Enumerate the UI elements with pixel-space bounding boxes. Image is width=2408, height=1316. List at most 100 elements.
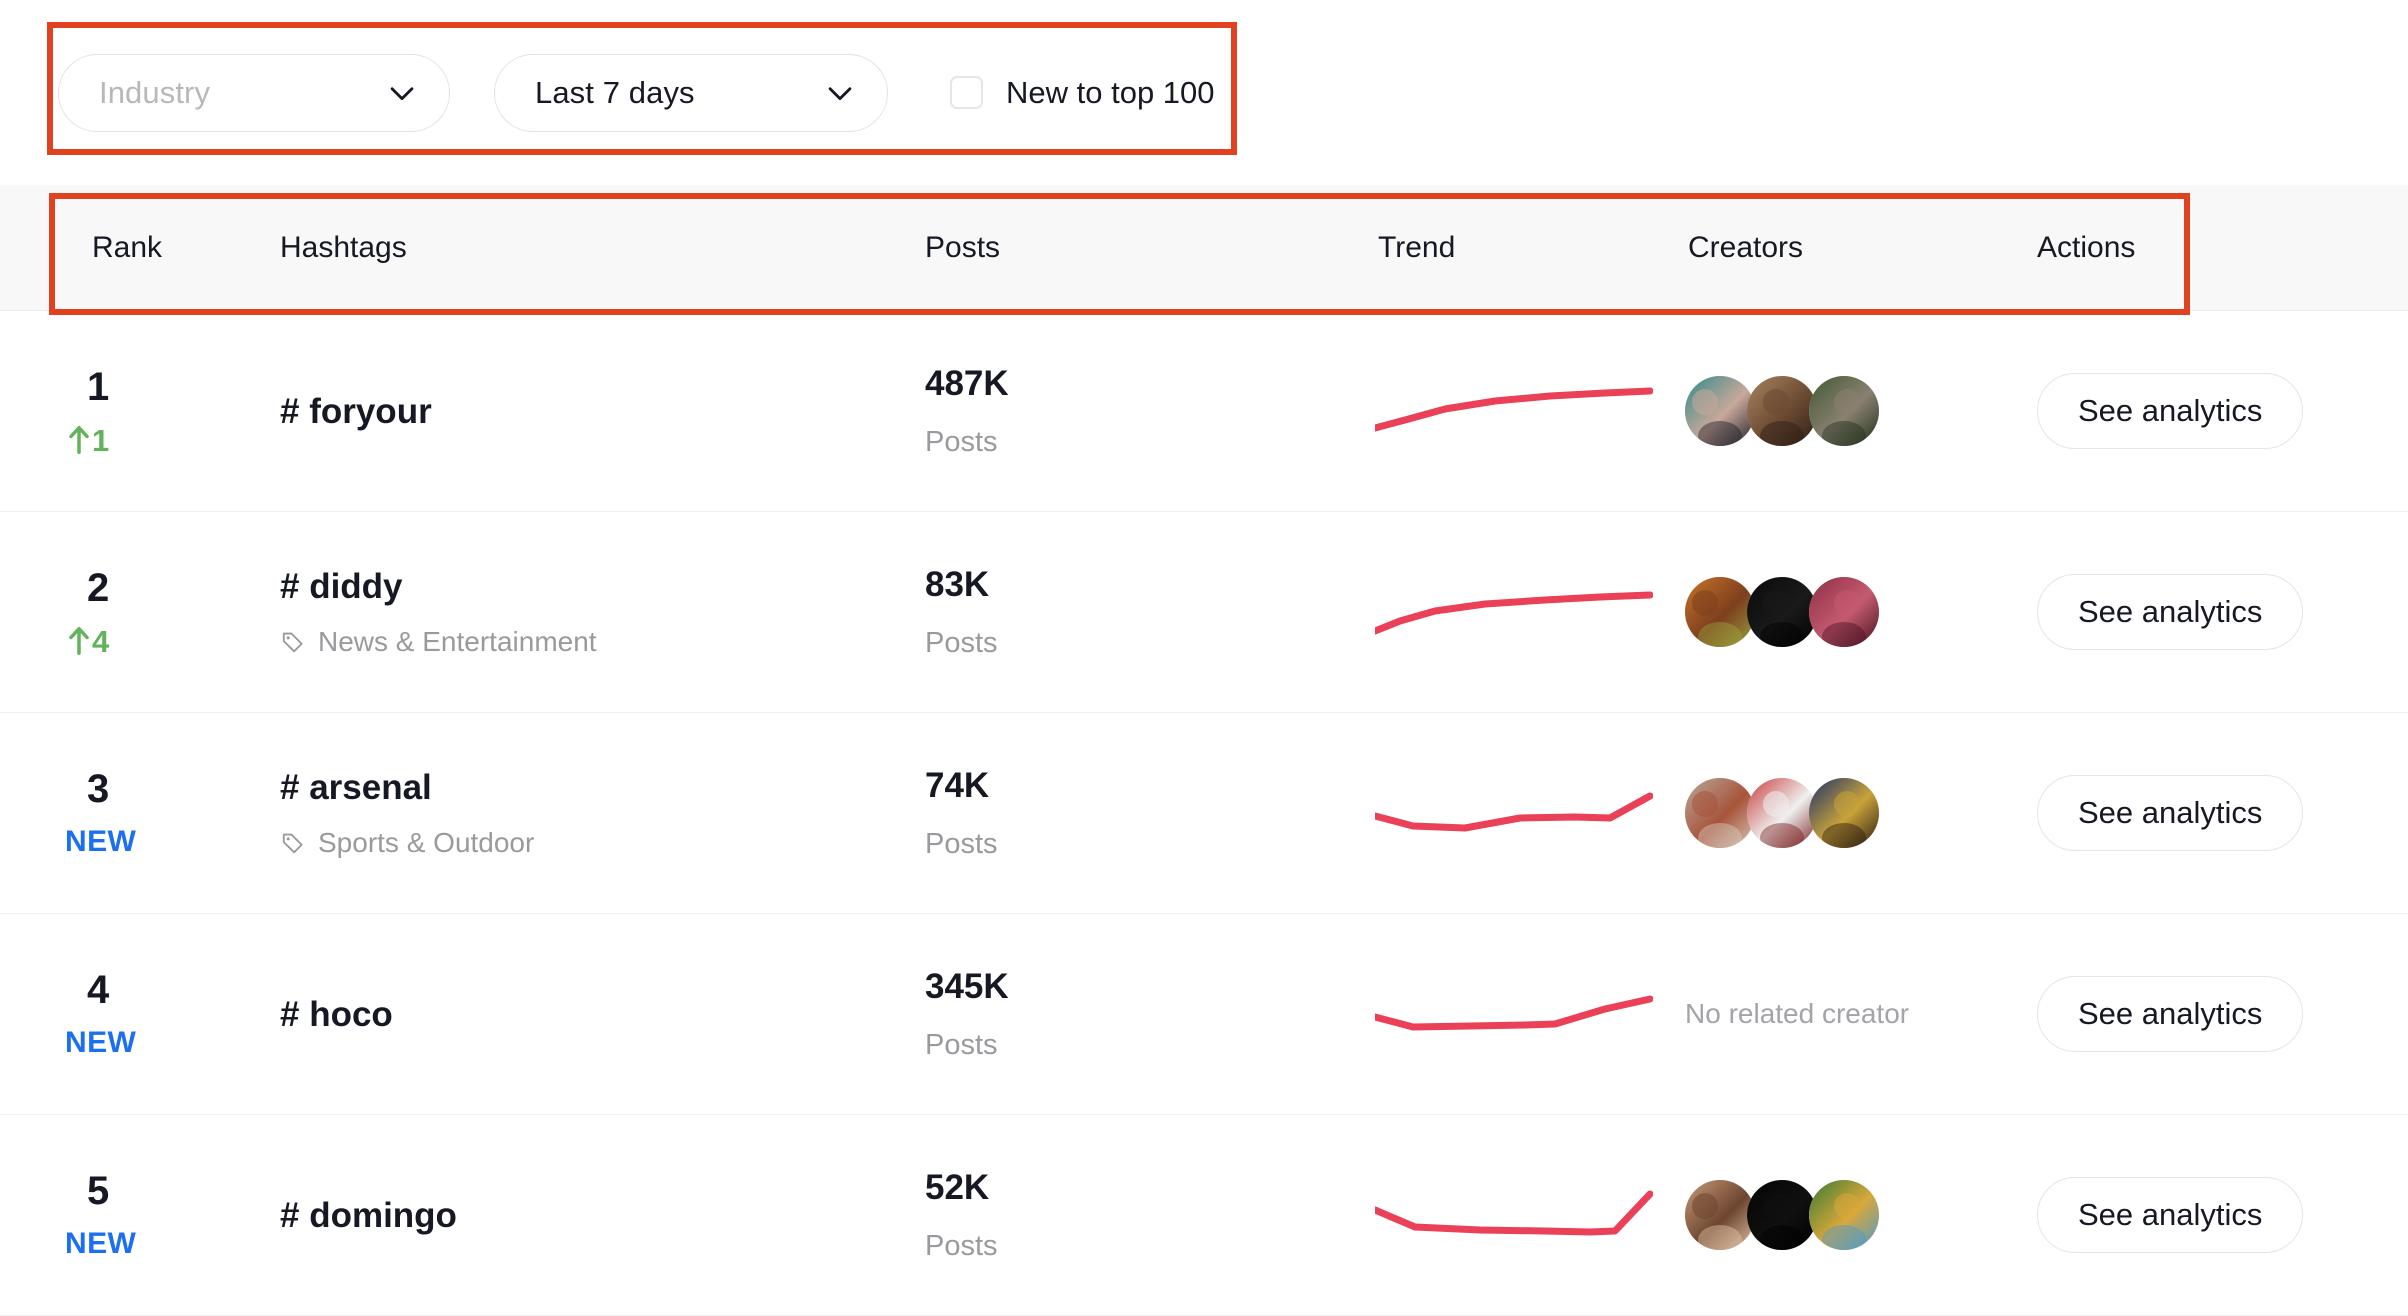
avatar-image	[1685, 1180, 1755, 1250]
hashtag-table: Rank Hashtags Posts Trend Creators Actio…	[0, 185, 2408, 1316]
hashtag-category-label: News & Entertainment	[318, 628, 597, 656]
rank-new-badge: NEW	[60, 1028, 136, 1058]
column-header-creators: Creators	[1688, 185, 2018, 310]
posts-count: 83K	[925, 567, 989, 602]
rank-cell: 3 NEW	[60, 713, 200, 913]
hashtag-cell[interactable]: # diddy News & Entertainment	[280, 512, 880, 712]
see-analytics-button[interactable]: See analytics	[2037, 775, 2303, 851]
posts-cell: 52K Posts	[925, 1115, 1205, 1315]
creator-avatar-1[interactable]	[1685, 1180, 1755, 1250]
arrow-up-icon	[68, 426, 90, 454]
new-to-top-100-checkbox[interactable]: New to top 100	[950, 75, 1215, 111]
see-analytics-button[interactable]: See analytics	[2037, 1177, 2303, 1253]
creator-avatar-group	[1685, 778, 1879, 848]
trend-sparkline	[1375, 979, 1653, 1049]
posts-cell: 83K Posts	[925, 512, 1205, 712]
hashtag-name[interactable]: # domingo	[280, 1198, 457, 1233]
rank-number: 4	[60, 970, 109, 1010]
rank-number: 5	[60, 1171, 109, 1211]
table-row[interactable]: 5 NEW # domingo 52K Posts	[0, 1115, 2408, 1316]
actions-cell: See analytics	[2037, 914, 2337, 1114]
posts-cell: 487K Posts	[925, 311, 1205, 511]
actions-cell: See analytics	[2037, 311, 2337, 511]
rank-change-value: 4	[92, 626, 109, 657]
table-row[interactable]: 3 NEW # arsenal Sports & Outdoor 74K Pos…	[0, 713, 2408, 914]
rank-cell: 1 1	[60, 311, 200, 511]
avatar-image	[1747, 376, 1817, 446]
rank-cell: 4 NEW	[60, 914, 200, 1114]
filter-bar: Industry Last 7 days New to top 100	[0, 0, 2408, 185]
posts-count: 487K	[925, 366, 1009, 401]
creator-avatar-3[interactable]	[1809, 778, 1879, 848]
posts-count: 74K	[925, 768, 989, 803]
actions-cell: See analytics	[2037, 1115, 2337, 1315]
see-analytics-button[interactable]: See analytics	[2037, 373, 2303, 449]
creator-avatar-3[interactable]	[1809, 577, 1879, 647]
creator-avatar-group	[1685, 577, 1879, 647]
creator-avatar-3[interactable]	[1809, 376, 1879, 446]
creator-avatar-1[interactable]	[1685, 376, 1755, 446]
column-header-hashtags: Hashtags	[280, 185, 880, 310]
column-header-trend: Trend	[1378, 185, 1668, 310]
rank-new-badge: NEW	[60, 1229, 136, 1259]
creator-avatar-2[interactable]	[1747, 1180, 1817, 1250]
creators-cell	[1685, 1115, 2015, 1315]
hashtag-cell[interactable]: # arsenal Sports & Outdoor	[280, 713, 880, 913]
hashtag-name[interactable]: # foryour	[280, 394, 432, 429]
rank-cell: 2 4	[60, 512, 200, 712]
avatar-image	[1747, 1180, 1817, 1250]
creator-avatar-2[interactable]	[1747, 778, 1817, 848]
column-header-actions: Actions	[2037, 185, 2337, 310]
creators-cell	[1685, 512, 2015, 712]
tag-icon	[280, 629, 306, 655]
date-range-select[interactable]: Last 7 days	[494, 54, 888, 132]
trend-cell	[1375, 1115, 1665, 1315]
hashtag-name[interactable]: # arsenal	[280, 770, 432, 805]
posts-count: 345K	[925, 969, 1009, 1004]
creator-avatar-group	[1685, 1180, 1879, 1250]
creator-avatar-1[interactable]	[1685, 778, 1755, 848]
creator-avatar-2[interactable]	[1747, 577, 1817, 647]
creators-cell	[1685, 311, 2015, 511]
posts-unit-label: Posts	[925, 629, 998, 658]
hashtag-cell[interactable]: # domingo	[280, 1115, 880, 1315]
hashtag-name[interactable]: # diddy	[280, 569, 403, 604]
creators-cell: No related creator	[1685, 914, 2015, 1114]
new-to-top-100-label: New to top 100	[1006, 75, 1215, 111]
industry-select-label: Industry	[99, 75, 210, 111]
table-row[interactable]: 4 NEW # hoco 345K Posts No related creat…	[0, 914, 2408, 1115]
creator-avatar-3[interactable]	[1809, 1180, 1879, 1250]
posts-unit-label: Posts	[925, 1232, 998, 1261]
rank-cell: 5 NEW	[60, 1115, 200, 1315]
checkbox-box-icon[interactable]	[950, 76, 983, 109]
see-analytics-button[interactable]: See analytics	[2037, 976, 2303, 1052]
posts-unit-label: Posts	[925, 428, 998, 457]
creator-avatar-1[interactable]	[1685, 577, 1755, 647]
posts-cell: 74K Posts	[925, 713, 1205, 913]
table-header-row: Rank Hashtags Posts Trend Creators Actio…	[0, 185, 2408, 311]
hashtag-cell[interactable]: # hoco	[280, 914, 880, 1114]
rank-new-badge: NEW	[60, 827, 136, 857]
industry-select[interactable]: Industry	[58, 54, 450, 132]
avatar-image	[1685, 778, 1755, 848]
chevron-down-icon	[823, 76, 857, 110]
trend-sparkline	[1375, 778, 1653, 848]
arrow-up-icon	[68, 627, 90, 655]
date-range-select-label: Last 7 days	[535, 75, 695, 111]
posts-unit-label: Posts	[925, 1031, 998, 1060]
hashtag-name[interactable]: # hoco	[280, 997, 393, 1032]
table-row[interactable]: 2 4 # diddy News & Entertainment 83K Pos…	[0, 512, 2408, 713]
posts-unit-label: Posts	[925, 830, 998, 859]
avatar-image	[1747, 577, 1817, 647]
actions-cell: See analytics	[2037, 512, 2337, 712]
see-analytics-button[interactable]: See analytics	[2037, 574, 2303, 650]
table-row[interactable]: 1 1 # foryour 487K Posts	[0, 311, 2408, 512]
hashtag-cell[interactable]: # foryour	[280, 311, 880, 511]
actions-cell: See analytics	[2037, 713, 2337, 913]
no-related-creator-text: No related creator	[1685, 998, 1909, 1030]
column-header-rank: Rank	[92, 185, 232, 310]
rank-number: 2	[60, 568, 109, 608]
trend-cell	[1375, 512, 1665, 712]
creator-avatar-2[interactable]	[1747, 376, 1817, 446]
trend-cell	[1375, 713, 1665, 913]
